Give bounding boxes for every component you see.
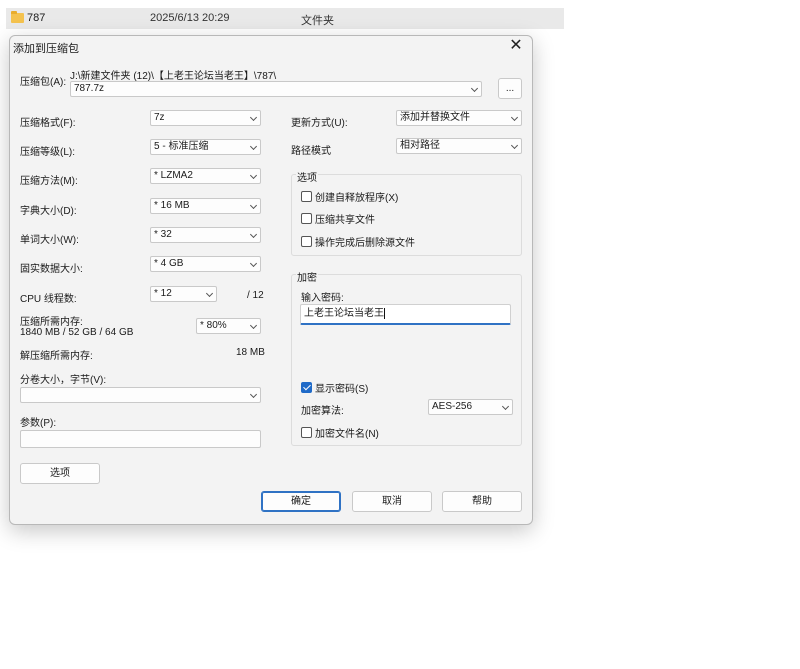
chevron-down-icon xyxy=(249,259,258,268)
level-value: 5 - 标准压缩 xyxy=(154,141,209,152)
threads-value: * 12 xyxy=(154,288,172,299)
mem-decompress-label: 解压缩所需内存: xyxy=(20,351,93,362)
delete-source-label: 操作完成后删除源文件 xyxy=(315,238,415,249)
shared-files-label: 压缩共享文件 xyxy=(315,215,375,226)
chevron-down-icon xyxy=(470,84,479,93)
chevron-down-icon xyxy=(510,113,519,122)
update-label: 更新方式(U): xyxy=(291,118,348,129)
format-label: 压缩格式(F): xyxy=(20,118,76,129)
mem-compress-select[interactable]: * 80% xyxy=(196,318,261,334)
format-select[interactable]: 7z xyxy=(150,110,261,126)
archive-name-combo[interactable]: 787.7z xyxy=(70,81,482,97)
mem-compress-detail: 1840 MB / 52 GB / 64 GB xyxy=(20,327,134,338)
help-button[interactable]: 帮助 xyxy=(442,491,522,512)
mem-compress-value: * 80% xyxy=(200,320,227,331)
split-label: 分卷大小，字节(V): xyxy=(20,375,107,386)
path-mode-select[interactable]: 相对路径 xyxy=(396,138,522,154)
password-value: 上老王论坛当老王 xyxy=(304,308,384,319)
password-input[interactable]: 上老王论坛当老王 xyxy=(300,304,511,325)
checkbox-checked-icon xyxy=(301,382,312,393)
archive-name-value: 787.7z xyxy=(74,83,105,94)
chevron-down-icon xyxy=(249,171,258,180)
show-password-checkbox[interactable]: 显示密码(S) xyxy=(301,380,368,395)
cancel-button[interactable]: 取消 xyxy=(352,491,432,512)
chevron-down-icon xyxy=(205,289,214,298)
solid-label: 固实数据大小: xyxy=(20,264,83,275)
archive-label: 压缩包(A): xyxy=(20,77,67,88)
chevron-down-icon xyxy=(249,201,258,210)
password-label: 输入密码: xyxy=(301,293,344,304)
encryption-group: 加密 输入密码: 显示密码(S) 加密算法: AES-256 加密文件名(N) xyxy=(291,269,522,446)
folder-icon xyxy=(11,11,24,23)
solid-value: * 4 GB xyxy=(154,258,184,269)
word-select[interactable]: * 32 xyxy=(150,227,261,243)
format-value: 7z xyxy=(154,112,165,123)
threads-select[interactable]: * 12 xyxy=(150,286,217,302)
chevron-down-icon xyxy=(510,141,519,150)
threads-max: / 12 xyxy=(247,290,264,301)
encrypt-names-checkbox[interactable]: 加密文件名(N) xyxy=(301,425,379,440)
show-password-label: 显示密码(S) xyxy=(315,384,369,395)
params-input[interactable] xyxy=(20,430,261,448)
delete-source-checkbox[interactable]: 操作完成后删除源文件 xyxy=(301,234,415,249)
ok-button[interactable]: 确定 xyxy=(261,491,341,512)
path-mode-label: 路径模式 xyxy=(291,146,331,157)
mem-compress-label: 压缩所需内存: xyxy=(20,317,83,328)
dict-select[interactable]: * 16 MB xyxy=(150,198,261,214)
checkbox-icon xyxy=(301,427,312,438)
browse-button[interactable]: ... xyxy=(498,78,522,99)
sfx-label: 创建自释放程序(X) xyxy=(315,193,399,204)
word-label: 单词大小(W): xyxy=(20,235,79,246)
chevron-down-icon xyxy=(249,113,258,122)
enc-method-value: AES-256 xyxy=(432,401,473,412)
chevron-down-icon xyxy=(249,390,258,399)
shared-files-checkbox[interactable]: 压缩共享文件 xyxy=(301,211,375,226)
path-mode-value: 相对路径 xyxy=(400,140,440,151)
level-select[interactable]: 5 - 标准压缩 xyxy=(150,139,261,155)
method-select[interactable]: * LZMA2 xyxy=(150,168,261,184)
file-name: 787 xyxy=(27,12,46,24)
chevron-down-icon xyxy=(249,321,258,330)
encrypt-names-label: 加密文件名(N) xyxy=(315,429,379,440)
options-group: 选项 创建自释放程序(X) 压缩共享文件 操作完成后删除源文件 xyxy=(291,169,522,256)
enc-method-select[interactable]: AES-256 xyxy=(428,399,513,415)
close-icon[interactable]: ✕ xyxy=(508,38,524,54)
split-select[interactable] xyxy=(20,387,261,403)
method-label: 压缩方法(M): xyxy=(20,176,78,187)
update-value: 添加并替换文件 xyxy=(400,112,470,123)
mem-decompress-value: 18 MB xyxy=(236,347,265,358)
method-value: * LZMA2 xyxy=(154,170,193,181)
file-type: 文件夹 xyxy=(301,15,334,27)
archive-path: J:\新建文件夹 (12)\【上老王论坛当老王】\787\ xyxy=(70,71,277,82)
checkbox-icon xyxy=(301,213,312,224)
text-caret xyxy=(384,307,385,319)
enc-method-label: 加密算法: xyxy=(301,406,344,417)
add-to-archive-dialog: 添加到压缩包 ✕ 压缩包(A): J:\新建文件夹 (12)\【上老王论坛当老王… xyxy=(9,35,533,525)
dialog-title: 添加到压缩包 xyxy=(13,43,79,55)
checkbox-icon xyxy=(301,236,312,247)
sfx-checkbox[interactable]: 创建自释放程序(X) xyxy=(301,189,398,204)
dict-label: 字典大小(D): xyxy=(20,206,77,217)
options-group-title: 选项 xyxy=(296,169,318,184)
level-label: 压缩等级(L): xyxy=(20,147,75,158)
encryption-group-title: 加密 xyxy=(296,269,318,284)
file-list-row[interactable]: 787 2025/6/13 20:29 文件夹 xyxy=(6,8,564,29)
chevron-down-icon xyxy=(501,402,510,411)
chevron-down-icon xyxy=(249,142,258,151)
checkbox-icon xyxy=(301,191,312,202)
file-date: 2025/6/13 20:29 xyxy=(150,12,230,24)
solid-select[interactable]: * 4 GB xyxy=(150,256,261,272)
chevron-down-icon xyxy=(249,230,258,239)
dict-value: * 16 MB xyxy=(154,200,190,211)
word-value: * 32 xyxy=(154,229,172,240)
threads-label: CPU 线程数: xyxy=(20,294,77,305)
options-button[interactable]: 选项 xyxy=(20,463,100,484)
params-label: 参数(P): xyxy=(20,418,57,429)
update-select[interactable]: 添加并替换文件 xyxy=(396,110,522,126)
